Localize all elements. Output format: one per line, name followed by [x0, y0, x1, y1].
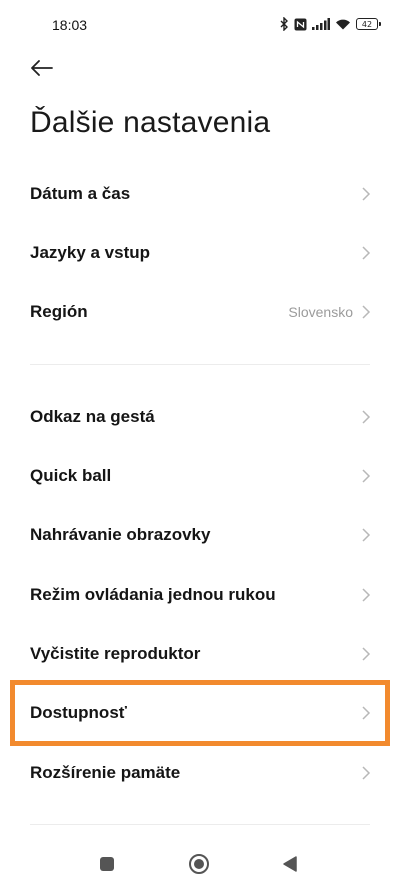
battery-level: 42 — [361, 19, 373, 29]
chevron-right-icon — [362, 410, 371, 424]
back-nav-button[interactable] — [278, 852, 302, 876]
chevron-right-icon — [362, 647, 371, 661]
settings-item-label: Vyčistite reproduktor — [30, 644, 201, 663]
settings-item-quick-ball[interactable]: Quick ball — [0, 447, 400, 505]
recents-button[interactable] — [95, 852, 119, 876]
settings-item-gesture-shortcuts[interactable]: Odkaz na gestá — [0, 388, 400, 446]
settings-item-clean-speaker[interactable]: Vyčistite reproduktor — [0, 625, 400, 683]
home-circle-icon — [189, 854, 209, 874]
settings-item-label: Odkaz na gestá — [30, 407, 155, 426]
chevron-right-icon — [362, 766, 371, 780]
settings-item-region[interactable]: Región Slovensko — [0, 283, 400, 341]
home-button[interactable] — [187, 852, 211, 876]
settings-item-label: Dátum a čas — [30, 184, 131, 203]
settings-item-label: Jazyky a vstup — [30, 243, 151, 262]
settings-item-label: Režim ovládania jednou rukou — [30, 585, 276, 604]
settings-item-label: Quick ball — [30, 466, 112, 485]
settings-item-memory-extension[interactable]: Rozšírenie pamäte — [0, 744, 400, 802]
recents-square-icon — [100, 857, 114, 871]
chevron-right-icon — [362, 305, 371, 319]
arrow-left-icon — [31, 60, 53, 76]
chevron-right-icon — [362, 187, 371, 201]
back-triangle-icon — [283, 856, 297, 872]
settings-item-label: Región — [30, 302, 88, 321]
settings-item-one-handed-mode[interactable]: Režim ovládania jednou rukou — [0, 566, 400, 624]
status-icons: 42 — [280, 16, 381, 32]
settings-item-label: Rozšírenie pamäte — [30, 763, 181, 782]
settings-item-date-time[interactable]: Dátum a čas — [0, 165, 400, 223]
chevron-right-icon — [362, 246, 371, 260]
bluetooth-icon — [280, 17, 288, 31]
settings-item-value: Slovensko — [288, 304, 353, 320]
wifi-icon — [336, 19, 350, 30]
status-bar: 18:03 42 — [0, 0, 400, 48]
group-divider — [30, 824, 370, 825]
signal-icon — [312, 18, 330, 30]
page-title: Ďalšie nastavenia — [30, 106, 271, 139]
back-button[interactable] — [28, 56, 56, 80]
chevron-right-icon — [362, 588, 371, 602]
status-time: 18:03 — [52, 17, 88, 33]
battery-icon: 42 — [356, 18, 381, 30]
highlight-frame — [10, 680, 390, 746]
settings-item-languages-input[interactable]: Jazyky a vstup — [0, 224, 400, 282]
navigation-bar — [0, 840, 400, 889]
settings-item-screen-recording[interactable]: Nahrávanie obrazovky — [0, 506, 400, 564]
chevron-right-icon — [362, 528, 371, 542]
chevron-right-icon — [362, 469, 371, 483]
nfc-icon — [294, 18, 307, 30]
settings-item-label: Nahrávanie obrazovky — [30, 525, 211, 544]
group-divider — [30, 364, 370, 365]
